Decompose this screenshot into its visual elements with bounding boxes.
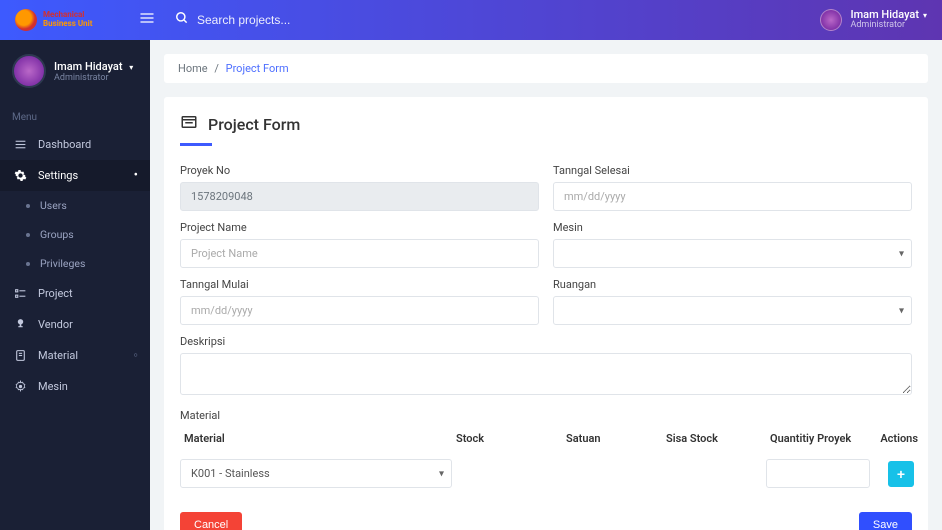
sidebar-item-settings[interactable]: Settings •: [0, 160, 150, 191]
tanggal-mulai-label: Tanngal Mulai: [180, 278, 539, 291]
bullet-icon: [26, 233, 30, 237]
search-wrap: [175, 11, 820, 29]
sidebar-item-project[interactable]: Project: [0, 278, 150, 309]
form-icon: [180, 113, 198, 135]
user-name: Imam Hidayat: [850, 8, 919, 21]
sidebar-item-dashboard[interactable]: Dashboard: [0, 129, 150, 160]
col-qty: Quantitiy Proyek: [770, 432, 874, 445]
breadcrumb-separator: /: [214, 62, 219, 75]
sidebar-item-label: Dashboard: [38, 138, 91, 151]
col-stock: Stock: [456, 432, 566, 445]
page-title: Project Form: [208, 115, 300, 134]
mesin-label: Mesin: [553, 221, 912, 234]
content: Home / Project Form Project Form Proyek …: [150, 40, 942, 530]
expand-indicator: ◦: [133, 349, 138, 362]
proyek-no-label: Proyek No: [180, 164, 539, 177]
active-indicator: •: [134, 169, 138, 182]
material-table-header: Material Stock Satuan Sisa Stock Quantit…: [180, 432, 912, 455]
sidebar-subitem-groups[interactable]: Groups: [0, 220, 150, 249]
material-section-label: Material: [180, 409, 912, 422]
sidebar-item-label: Settings: [38, 169, 78, 182]
trophy-icon: [12, 318, 28, 331]
sidebar-item-label: Project: [38, 287, 73, 300]
menu-header: Menu: [0, 102, 150, 129]
mesin-select[interactable]: [553, 239, 912, 268]
sidebar-item-mesin[interactable]: Mesin: [0, 371, 150, 402]
cancel-button[interactable]: Cancel: [180, 512, 242, 530]
breadcrumb-current: Project Form: [226, 62, 289, 75]
material-row: K001 - Stainless +: [180, 455, 912, 492]
sidebar-user-role: Administrator: [54, 73, 133, 83]
sidebar-user[interactable]: Imam Hidayat ▾ Administrator: [0, 40, 150, 102]
material-select[interactable]: K001 - Stainless: [180, 459, 452, 488]
col-actions: Actions: [874, 432, 918, 445]
proyek-no-input: [180, 182, 539, 211]
menu-icon: [12, 138, 28, 151]
save-button[interactable]: Save: [859, 512, 912, 530]
panel: Project Form Proyek No Tanngal Selesai P…: [164, 97, 928, 530]
sidebar-item-label: Mesin: [38, 380, 68, 393]
project-name-input[interactable]: [180, 239, 539, 268]
tanggal-mulai-input[interactable]: [180, 296, 539, 325]
form-actions: Cancel Save: [180, 512, 912, 530]
clipboard-icon: [12, 349, 28, 362]
sidebar-item-material[interactable]: Material ◦: [0, 340, 150, 371]
sidebar-item-label: Groups: [40, 228, 74, 241]
col-material: Material: [184, 432, 456, 445]
sidebar-item-label: Vendor: [38, 318, 73, 331]
sidebar-subitem-privileges[interactable]: Privileges: [0, 249, 150, 278]
chevron-down-icon: ▾: [923, 11, 927, 20]
avatar: [12, 54, 46, 88]
logo-icon: [15, 9, 37, 31]
logo-line2: Business Unit: [43, 20, 92, 29]
list-icon: [12, 287, 28, 300]
sidebar-user-name: Imam Hidayat: [54, 60, 123, 73]
col-sisa-stock: Sisa Stock: [666, 432, 770, 445]
search-input[interactable]: [197, 13, 397, 27]
tanggal-selesai-input[interactable]: [553, 182, 912, 211]
search-icon: [175, 11, 189, 29]
bullet-icon: [26, 204, 30, 208]
sidebar-item-vendor[interactable]: Vendor: [0, 309, 150, 340]
ruangan-select[interactable]: [553, 296, 912, 325]
logo: Mechanical Business Unit: [15, 9, 139, 31]
sidebar-item-label: Users: [40, 199, 67, 212]
menu-toggle-button[interactable]: [139, 10, 157, 30]
tanggal-selesai-label: Tanngal Selesai: [553, 164, 912, 177]
gear-icon: [12, 380, 28, 393]
project-name-label: Project Name: [180, 221, 539, 234]
breadcrumb: Home / Project Form: [164, 54, 928, 83]
sidebar-item-label: Material: [38, 349, 78, 362]
sidebar-item-label: Privileges: [40, 257, 85, 270]
bullet-icon: [26, 262, 30, 266]
topbar: Mechanical Business Unit Imam Hidayat ▾ A…: [0, 0, 942, 40]
chevron-down-icon: ▾: [129, 63, 133, 72]
gear-icon: [12, 169, 28, 182]
sidebar: Imam Hidayat ▾ Administrator Menu Dashbo…: [0, 40, 150, 530]
qty-input[interactable]: [766, 459, 870, 488]
deskripsi-label: Deskripsi: [180, 335, 912, 348]
title-underline: [180, 143, 212, 146]
deskripsi-input[interactable]: [180, 353, 912, 395]
user-menu[interactable]: Imam Hidayat ▾ Administrator: [820, 9, 927, 31]
panel-title: Project Form: [180, 113, 912, 135]
add-material-button[interactable]: +: [888, 461, 914, 487]
sidebar-subitem-users[interactable]: Users: [0, 191, 150, 220]
avatar: [820, 9, 842, 31]
ruangan-label: Ruangan: [553, 278, 912, 291]
col-satuan: Satuan: [566, 432, 666, 445]
breadcrumb-home[interactable]: Home: [178, 62, 208, 75]
user-role: Administrator: [850, 21, 927, 31]
